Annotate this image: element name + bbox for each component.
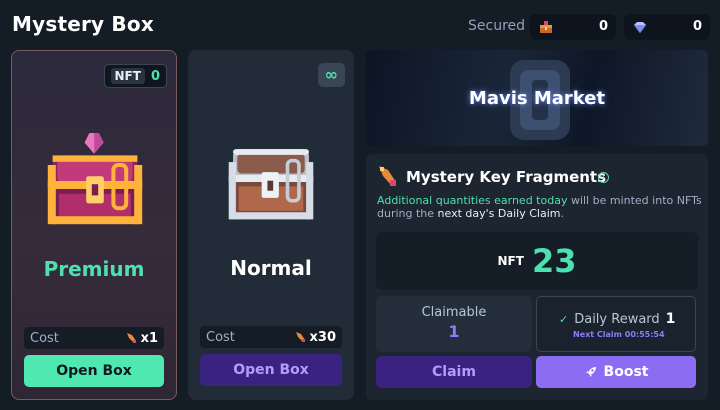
daily-reward-row: ✓ Daily Reward 1 bbox=[559, 311, 675, 327]
cost-label: Cost bbox=[30, 330, 59, 346]
cost-amount-value: x30 bbox=[309, 329, 336, 345]
daily-reward-value: 1 bbox=[665, 311, 676, 327]
claimable-box: Claimable 1 bbox=[376, 296, 532, 352]
nft-tag: NFT bbox=[110, 68, 145, 84]
page-title: Mystery Box bbox=[12, 12, 154, 36]
nft-label: NFT bbox=[497, 254, 524, 268]
cost-amount: x1 bbox=[126, 331, 158, 346]
desc-highlight: Additional quantities earned today bbox=[377, 194, 568, 207]
open-premium-box-button[interactable]: Open Box bbox=[24, 355, 164, 387]
currency-chest-value: 0 bbox=[598, 19, 608, 34]
open-normal-box-button[interactable]: Open Box bbox=[200, 354, 342, 386]
fragments-title: Mystery Key Fragments bbox=[406, 168, 607, 186]
banner-title: Mavis Market bbox=[468, 88, 606, 109]
diamond-icon bbox=[634, 22, 646, 33]
daily-reward-box: ✓ Daily Reward 1 Next Claim 00:55:54 bbox=[536, 296, 696, 352]
claimable-value: 1 bbox=[448, 322, 460, 341]
desc-emphasis: next day's Daily Claim bbox=[437, 207, 561, 220]
check-icon: ✓ bbox=[559, 312, 569, 326]
daily-reward-label: Daily Reward bbox=[574, 311, 660, 327]
nft-count-chip: NFT 0 bbox=[103, 64, 167, 88]
normal-box-card[interactable]: ∞ Normal Cost x30 Open Box bbox=[188, 50, 354, 400]
desc-end: . bbox=[560, 207, 564, 220]
key-fragment-icon bbox=[126, 333, 136, 343]
currency-diamond-balance: 0 bbox=[624, 14, 710, 40]
premium-chest-icon bbox=[47, 133, 143, 225]
infinity-chip: ∞ bbox=[317, 63, 345, 87]
chest-coin-icon bbox=[540, 21, 552, 33]
premium-box-name: Premium bbox=[43, 257, 145, 281]
key-fragment-icon bbox=[295, 332, 305, 342]
nft-fragment-count: NFT 23 bbox=[376, 232, 698, 290]
info-icon[interactable]: i bbox=[598, 172, 609, 183]
key-fragment-icon bbox=[379, 166, 396, 186]
mystery-key-fragments-panel: Mystery Key Fragments i Additional quant… bbox=[366, 154, 708, 400]
next-claim-timer: Next Claim 00:55:54 bbox=[573, 330, 665, 339]
nft-value: 23 bbox=[531, 242, 577, 280]
nft-count: 0 bbox=[150, 68, 160, 84]
premium-cost-row: Cost x1 bbox=[24, 327, 164, 349]
claim-button[interactable]: Claim bbox=[376, 356, 532, 388]
boost-button[interactable]: Boost bbox=[536, 356, 696, 388]
mavis-market-banner[interactable]: Mavis Market bbox=[366, 50, 708, 146]
rocket-icon bbox=[585, 367, 596, 377]
cost-label: Cost bbox=[206, 329, 235, 345]
currency-chest-balance: 0 bbox=[530, 14, 616, 40]
fragments-description: Additional quantities earned today will … bbox=[377, 194, 707, 220]
normal-box-name: Normal bbox=[230, 256, 312, 280]
cost-amount: x30 bbox=[295, 330, 336, 345]
normal-cost-row: Cost x30 bbox=[200, 326, 342, 348]
boost-label: Boost bbox=[603, 364, 649, 380]
normal-chest-icon bbox=[228, 149, 314, 220]
infinity-icon: ∞ bbox=[324, 65, 338, 84]
currency-diamond-value: 0 bbox=[692, 19, 702, 34]
claimable-label: Claimable bbox=[421, 305, 487, 320]
premium-box-card[interactable]: NFT 0 Premium Cost x1 Open Box bbox=[11, 50, 177, 400]
cost-amount-value: x1 bbox=[140, 330, 158, 346]
secured-label: Secured bbox=[468, 18, 526, 34]
